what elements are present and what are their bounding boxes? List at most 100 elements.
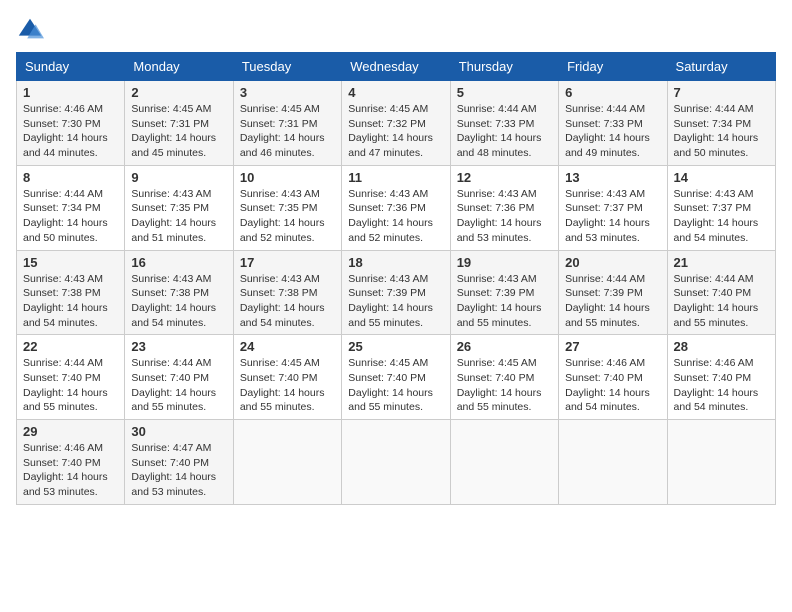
calendar-cell: 3 Sunrise: 4:45 AMSunset: 7:31 PMDayligh…	[233, 81, 341, 166]
calendar-cell: 16 Sunrise: 4:43 AMSunset: 7:38 PMDaylig…	[125, 250, 233, 335]
calendar-cell: 23 Sunrise: 4:44 AMSunset: 7:40 PMDaylig…	[125, 335, 233, 420]
calendar-cell: 29 Sunrise: 4:46 AMSunset: 7:40 PMDaylig…	[17, 420, 125, 505]
day-number: 25	[348, 339, 443, 354]
day-number: 30	[131, 424, 226, 439]
day-number: 6	[565, 85, 660, 100]
day-info: Sunrise: 4:43 AMSunset: 7:37 PMDaylight:…	[565, 188, 650, 244]
day-number: 22	[23, 339, 118, 354]
calendar-week-4: 22 Sunrise: 4:44 AMSunset: 7:40 PMDaylig…	[17, 335, 776, 420]
day-number: 23	[131, 339, 226, 354]
day-number: 15	[23, 255, 118, 270]
day-number: 8	[23, 170, 118, 185]
day-number: 5	[457, 85, 552, 100]
calendar-cell	[559, 420, 667, 505]
calendar-cell: 28 Sunrise: 4:46 AMSunset: 7:40 PMDaylig…	[667, 335, 775, 420]
calendar-cell: 26 Sunrise: 4:45 AMSunset: 7:40 PMDaylig…	[450, 335, 558, 420]
day-number: 1	[23, 85, 118, 100]
column-header-saturday: Saturday	[667, 53, 775, 81]
day-info: Sunrise: 4:43 AMSunset: 7:39 PMDaylight:…	[457, 273, 542, 329]
day-number: 7	[674, 85, 769, 100]
column-header-wednesday: Wednesday	[342, 53, 450, 81]
day-number: 20	[565, 255, 660, 270]
calendar-cell: 10 Sunrise: 4:43 AMSunset: 7:35 PMDaylig…	[233, 165, 341, 250]
calendar-cell: 12 Sunrise: 4:43 AMSunset: 7:36 PMDaylig…	[450, 165, 558, 250]
day-number: 12	[457, 170, 552, 185]
calendar-cell: 8 Sunrise: 4:44 AMSunset: 7:34 PMDayligh…	[17, 165, 125, 250]
calendar-cell: 15 Sunrise: 4:43 AMSunset: 7:38 PMDaylig…	[17, 250, 125, 335]
calendar-cell: 18 Sunrise: 4:43 AMSunset: 7:39 PMDaylig…	[342, 250, 450, 335]
day-number: 18	[348, 255, 443, 270]
calendar-cell: 4 Sunrise: 4:45 AMSunset: 7:32 PMDayligh…	[342, 81, 450, 166]
calendar-cell	[233, 420, 341, 505]
calendar-cell: 20 Sunrise: 4:44 AMSunset: 7:39 PMDaylig…	[559, 250, 667, 335]
day-number: 28	[674, 339, 769, 354]
day-number: 3	[240, 85, 335, 100]
calendar-week-5: 29 Sunrise: 4:46 AMSunset: 7:40 PMDaylig…	[17, 420, 776, 505]
calendar-cell: 17 Sunrise: 4:43 AMSunset: 7:38 PMDaylig…	[233, 250, 341, 335]
column-header-tuesday: Tuesday	[233, 53, 341, 81]
day-number: 26	[457, 339, 552, 354]
calendar-cell	[667, 420, 775, 505]
day-info: Sunrise: 4:44 AMSunset: 7:40 PMDaylight:…	[23, 357, 108, 413]
day-number: 24	[240, 339, 335, 354]
day-info: Sunrise: 4:44 AMSunset: 7:34 PMDaylight:…	[23, 188, 108, 244]
day-number: 21	[674, 255, 769, 270]
day-info: Sunrise: 4:43 AMSunset: 7:35 PMDaylight:…	[240, 188, 325, 244]
day-number: 10	[240, 170, 335, 185]
calendar-cell: 1 Sunrise: 4:46 AMSunset: 7:30 PMDayligh…	[17, 81, 125, 166]
day-number: 11	[348, 170, 443, 185]
calendar-cell: 2 Sunrise: 4:45 AMSunset: 7:31 PMDayligh…	[125, 81, 233, 166]
column-header-thursday: Thursday	[450, 53, 558, 81]
day-info: Sunrise: 4:45 AMSunset: 7:40 PMDaylight:…	[457, 357, 542, 413]
day-info: Sunrise: 4:43 AMSunset: 7:38 PMDaylight:…	[131, 273, 216, 329]
day-number: 13	[565, 170, 660, 185]
day-info: Sunrise: 4:44 AMSunset: 7:40 PMDaylight:…	[674, 273, 759, 329]
day-info: Sunrise: 4:43 AMSunset: 7:35 PMDaylight:…	[131, 188, 216, 244]
calendar-week-1: 1 Sunrise: 4:46 AMSunset: 7:30 PMDayligh…	[17, 81, 776, 166]
calendar-cell: 27 Sunrise: 4:46 AMSunset: 7:40 PMDaylig…	[559, 335, 667, 420]
calendar-cell: 11 Sunrise: 4:43 AMSunset: 7:36 PMDaylig…	[342, 165, 450, 250]
day-info: Sunrise: 4:44 AMSunset: 7:33 PMDaylight:…	[565, 103, 650, 159]
calendar-cell: 22 Sunrise: 4:44 AMSunset: 7:40 PMDaylig…	[17, 335, 125, 420]
day-number: 4	[348, 85, 443, 100]
calendar-cell: 19 Sunrise: 4:43 AMSunset: 7:39 PMDaylig…	[450, 250, 558, 335]
calendar-cell: 21 Sunrise: 4:44 AMSunset: 7:40 PMDaylig…	[667, 250, 775, 335]
calendar-cell: 30 Sunrise: 4:47 AMSunset: 7:40 PMDaylig…	[125, 420, 233, 505]
day-info: Sunrise: 4:44 AMSunset: 7:34 PMDaylight:…	[674, 103, 759, 159]
day-info: Sunrise: 4:46 AMSunset: 7:40 PMDaylight:…	[23, 442, 108, 498]
column-header-sunday: Sunday	[17, 53, 125, 81]
calendar-header-row: SundayMondayTuesdayWednesdayThursdayFrid…	[17, 53, 776, 81]
day-number: 29	[23, 424, 118, 439]
calendar-cell: 5 Sunrise: 4:44 AMSunset: 7:33 PMDayligh…	[450, 81, 558, 166]
day-info: Sunrise: 4:44 AMSunset: 7:33 PMDaylight:…	[457, 103, 542, 159]
day-info: Sunrise: 4:43 AMSunset: 7:39 PMDaylight:…	[348, 273, 433, 329]
calendar-cell	[450, 420, 558, 505]
day-info: Sunrise: 4:45 AMSunset: 7:32 PMDaylight:…	[348, 103, 433, 159]
calendar-cell: 25 Sunrise: 4:45 AMSunset: 7:40 PMDaylig…	[342, 335, 450, 420]
day-info: Sunrise: 4:43 AMSunset: 7:38 PMDaylight:…	[240, 273, 325, 329]
day-info: Sunrise: 4:46 AMSunset: 7:30 PMDaylight:…	[23, 103, 108, 159]
day-info: Sunrise: 4:43 AMSunset: 7:36 PMDaylight:…	[348, 188, 433, 244]
day-number: 16	[131, 255, 226, 270]
calendar-cell: 6 Sunrise: 4:44 AMSunset: 7:33 PMDayligh…	[559, 81, 667, 166]
page-header	[16, 16, 776, 44]
column-header-monday: Monday	[125, 53, 233, 81]
day-number: 27	[565, 339, 660, 354]
calendar-cell: 7 Sunrise: 4:44 AMSunset: 7:34 PMDayligh…	[667, 81, 775, 166]
column-header-friday: Friday	[559, 53, 667, 81]
day-info: Sunrise: 4:45 AMSunset: 7:31 PMDaylight:…	[240, 103, 325, 159]
day-info: Sunrise: 4:43 AMSunset: 7:38 PMDaylight:…	[23, 273, 108, 329]
day-info: Sunrise: 4:47 AMSunset: 7:40 PMDaylight:…	[131, 442, 216, 498]
day-info: Sunrise: 4:44 AMSunset: 7:40 PMDaylight:…	[131, 357, 216, 413]
calendar-cell: 9 Sunrise: 4:43 AMSunset: 7:35 PMDayligh…	[125, 165, 233, 250]
calendar-cell: 14 Sunrise: 4:43 AMSunset: 7:37 PMDaylig…	[667, 165, 775, 250]
calendar-table: SundayMondayTuesdayWednesdayThursdayFrid…	[16, 52, 776, 505]
day-info: Sunrise: 4:43 AMSunset: 7:37 PMDaylight:…	[674, 188, 759, 244]
calendar-cell: 13 Sunrise: 4:43 AMSunset: 7:37 PMDaylig…	[559, 165, 667, 250]
day-number: 17	[240, 255, 335, 270]
logo	[16, 16, 48, 44]
day-info: Sunrise: 4:44 AMSunset: 7:39 PMDaylight:…	[565, 273, 650, 329]
day-info: Sunrise: 4:45 AMSunset: 7:40 PMDaylight:…	[348, 357, 433, 413]
day-info: Sunrise: 4:43 AMSunset: 7:36 PMDaylight:…	[457, 188, 542, 244]
calendar-week-3: 15 Sunrise: 4:43 AMSunset: 7:38 PMDaylig…	[17, 250, 776, 335]
